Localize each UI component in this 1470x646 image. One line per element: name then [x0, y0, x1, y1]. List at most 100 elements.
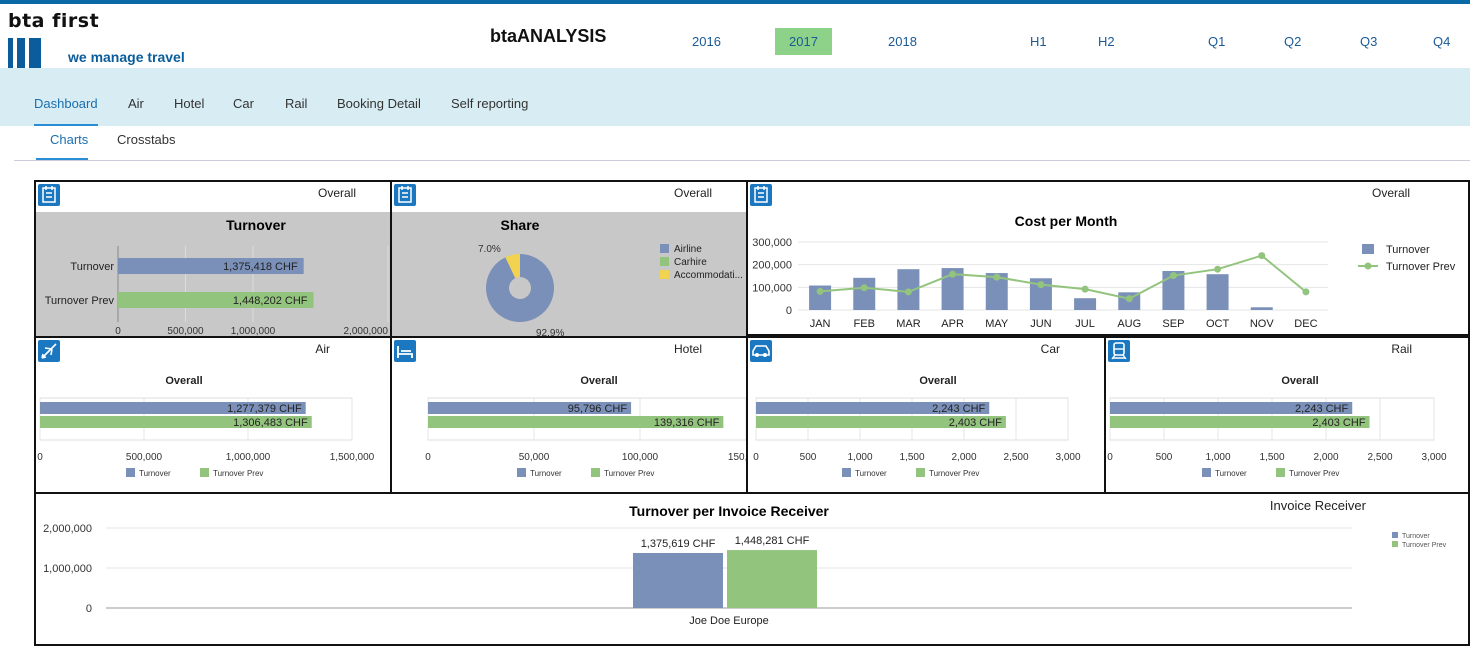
calendar-icon[interactable] [750, 184, 772, 206]
legend-label: Airline [674, 244, 702, 255]
bar [633, 552, 723, 608]
logo-text: bta first [8, 10, 100, 32]
calendar-icon[interactable] [394, 184, 416, 206]
tab-crosstabs[interactable]: Crosstabs [117, 132, 176, 147]
panel-share: Overall Share 92.9% 7.0% Airline Carhire Acc… [390, 180, 748, 336]
x-tick-label: 1,500,000 [330, 452, 375, 463]
plane-icon[interactable] [38, 340, 60, 362]
data-label: 2,403 CHF [1312, 417, 1365, 429]
x-tick-label: 3,000 [1421, 452, 1446, 463]
nav-car[interactable]: Car [233, 96, 254, 111]
panel-car: Car Overall 0 500 1,000 1,500 2,000 2,500 3,000… [746, 336, 1106, 494]
nav-dashboard[interactable]: Dashboard [34, 96, 98, 111]
data-label: 95,796 CHF [568, 403, 628, 415]
period-2016[interactable]: 2016 [692, 34, 721, 49]
period-h2[interactable]: H2 [1098, 34, 1115, 49]
air-chart: Overall 0 500,000 1,000,000 1,500,000 1,277,3… [37, 375, 375, 478]
x-tick-label: JUN [1030, 318, 1051, 330]
data-label: 2,243 CHF [932, 403, 985, 415]
x-tick-label: 150,000 [728, 452, 746, 463]
main-nav: Dashboard Air Hotel Car Rail Booking Det… [0, 68, 1470, 126]
data-label: 1,306,483 CHF [233, 417, 308, 429]
legend-swatch [660, 270, 669, 279]
data-label: 2,243 CHF [1295, 403, 1348, 415]
panel-rail: Rail Overall 0 500 1,000 1,500 2,000 2,500 3,00… [1104, 336, 1470, 494]
period-h1[interactable]: H1 [1030, 34, 1047, 49]
nav-hotel[interactable]: Hotel [174, 96, 204, 111]
x-tick-label: 100,000 [622, 452, 659, 463]
panel-invoice: Invoice Receiver Turnover per Invoice Re… [34, 492, 1470, 646]
bar [1250, 307, 1273, 310]
legend-label: Turnover [1402, 533, 1430, 540]
app-header: bta first we manage travel btaANALYSIS 2… [0, 4, 1470, 70]
legend-swatch [591, 468, 600, 477]
data-label: 1,375,418 CHF [223, 261, 298, 273]
x-tick-label: MAR [896, 318, 921, 330]
panel-label: Overall [1371, 186, 1410, 200]
legend-label: Turnover Prev [604, 469, 654, 478]
invoice-chart: Turnover per Invoice Receiver 0 1,000,000… [43, 503, 1447, 627]
x-tick-label: 1,000,000 [231, 326, 276, 336]
car-icon[interactable] [750, 340, 772, 362]
legend-swatch [1202, 468, 1211, 477]
y-tick-label: 300,000 [752, 237, 792, 249]
panel-label: Overall [673, 186, 712, 200]
train-icon[interactable] [1108, 340, 1130, 362]
legend-swatch [126, 468, 135, 477]
bta-first-logo[interactable]: bta first we manage travel [6, 10, 206, 70]
x-tick-label: 2,000 [951, 452, 976, 463]
legend-swatch [517, 468, 526, 477]
period-q2[interactable]: Q2 [1284, 34, 1301, 49]
bed-icon[interactable] [394, 340, 416, 362]
legend-label: Turnover Prev [1386, 261, 1456, 273]
x-tick-label: 0 [425, 452, 431, 463]
x-tick-label: 2,000 [1313, 452, 1338, 463]
x-tick-label: Joe Doe Europe [689, 615, 769, 627]
share-chart: Share 92.9% 7.0% Airline Carhire Accommodati… [392, 212, 746, 336]
x-tick-label: 1,500 [1259, 452, 1284, 463]
nav-rail[interactable]: Rail [285, 96, 307, 111]
category-label: Turnover Prev [45, 295, 115, 307]
legend-swatch [1392, 532, 1398, 538]
rail-chart: Overall 0 500 1,000 1,500 2,000 2,500 3,000 2,24… [1107, 375, 1447, 478]
line-point [949, 270, 957, 278]
x-tick-label: SEP [1162, 318, 1184, 330]
period-q1[interactable]: Q1 [1208, 34, 1225, 49]
x-tick-label: JUL [1075, 318, 1095, 330]
calendar-icon[interactable] [38, 184, 60, 206]
x-tick-label: 0 [753, 452, 759, 463]
line-point [860, 284, 868, 292]
legend-label: Turnover Prev [1402, 542, 1447, 549]
nav-booking-detail[interactable]: Booking Detail [337, 96, 421, 111]
panel-air: Air Overall 0 500,000 1,000,000 1,500,000 1,2… [34, 336, 392, 494]
legend-label: Turnover [530, 469, 562, 478]
line-point [1214, 265, 1222, 273]
nav-self-reporting[interactable]: Self reporting [451, 96, 528, 111]
x-tick-label: 0 [37, 452, 43, 463]
tab-charts[interactable]: Charts [50, 132, 88, 147]
period-q3[interactable]: Q3 [1360, 34, 1377, 49]
line-point [1125, 295, 1133, 303]
legend-label: Turnover Prev [1289, 469, 1339, 478]
nav-air[interactable]: Air [128, 96, 144, 111]
chart-title: Cost per Month [1015, 213, 1118, 229]
line-point [1169, 272, 1177, 280]
period-2017[interactable]: 2017 [775, 28, 832, 55]
bar [727, 550, 817, 608]
x-tick-label: 0 [1107, 452, 1113, 463]
period-q4[interactable]: Q4 [1433, 34, 1450, 49]
line-point [1081, 285, 1089, 293]
legend-swatch [200, 468, 209, 477]
x-tick-label: 500 [1156, 452, 1173, 463]
sub-nav: Charts Crosstabs [0, 126, 1470, 160]
logo-bars-icon [8, 38, 48, 70]
panel-hotel: Hotel Overall 0 50,000 100,000 150,000 95,796… [390, 336, 748, 494]
sub-nav-divider [14, 160, 1470, 161]
panel-cost-month: Overall Cost per Month 0 100,000 200,000 30… [746, 180, 1470, 336]
legend-label: Carhire [674, 257, 707, 268]
logo-tagline: we manage travel [68, 49, 185, 65]
x-tick-label: FEB [854, 318, 875, 330]
period-2018[interactable]: 2018 [888, 34, 917, 49]
x-tick-label: 1,000 [847, 452, 872, 463]
x-tick-label: JAN [810, 318, 831, 330]
